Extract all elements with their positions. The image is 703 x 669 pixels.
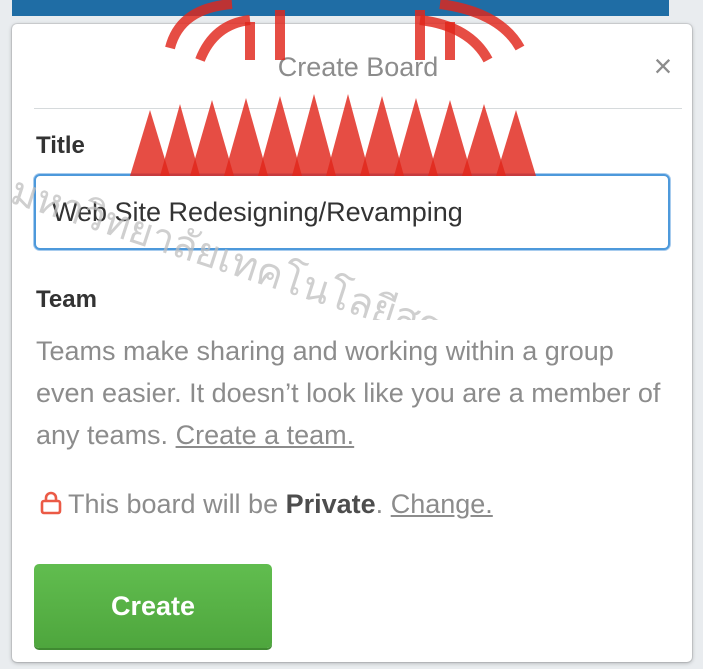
create-team-link[interactable]: Create a team.: [176, 420, 355, 450]
privacy-value: Private: [285, 489, 376, 519]
board-header-bar: [12, 0, 669, 16]
create-board-button[interactable]: Create: [34, 564, 272, 648]
popover-title: Create Board: [277, 52, 439, 82]
team-description: Teams make sharing and working within a …: [36, 330, 666, 456]
privacy-notice: This board will be Private. Change.: [40, 488, 493, 522]
title-label: Title: [36, 132, 85, 159]
privacy-period: .: [375, 489, 384, 519]
board-title-input[interactable]: [34, 174, 670, 250]
popover-header: Create Board ×: [34, 24, 682, 109]
privacy-prefix: This board will be: [68, 489, 279, 519]
close-icon[interactable]: ×: [646, 50, 680, 84]
page: Create Board × Title Team Teams make sha…: [0, 0, 703, 669]
change-privacy-link[interactable]: Change.: [391, 489, 493, 519]
team-label: Team: [36, 286, 97, 313]
create-board-popover: Create Board × Title Team Teams make sha…: [12, 24, 692, 662]
lock-icon: [40, 490, 62, 522]
